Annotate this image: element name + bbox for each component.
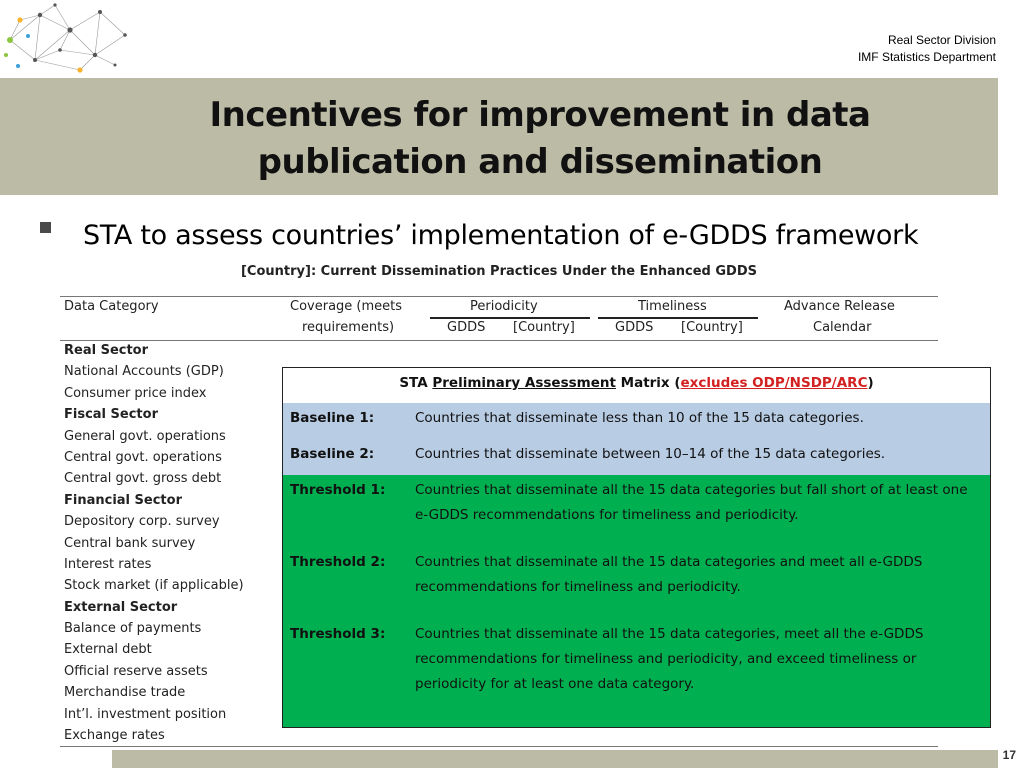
data-category-item: Stock market (if applicable): [64, 578, 244, 594]
baseline-1-text: Countries that disseminate less than 10 …: [415, 410, 864, 426]
header-periodicity-country: [Country]: [513, 320, 575, 335]
matrix-title-mid: Matrix (: [615, 375, 681, 391]
data-category-item: Interest rates: [64, 556, 152, 572]
header-timeliness: Timeliness: [638, 299, 707, 314]
header-data-category: Data Category: [64, 299, 159, 314]
slide-title: Incentives for improvement in data publi…: [80, 92, 1000, 186]
table-title: [Country]: Current Dissemination Practic…: [240, 264, 757, 279]
data-category-item: Depository corp. survey: [64, 514, 220, 530]
sector-heading: Financial Sector: [64, 492, 182, 508]
matrix-title: STA Preliminary Assessment Matrix (exclu…: [283, 368, 990, 403]
matrix-title-exclusion: excludes ODP/NSDP/ARC: [680, 375, 868, 391]
slide-title-line1: Incentives for improvement in data: [209, 95, 871, 135]
data-category-item: Consumer price index: [64, 385, 207, 401]
table-bottom-rule: [60, 746, 938, 747]
data-category-item: Central govt. gross debt: [64, 471, 222, 487]
footer-band: [112, 750, 998, 768]
page-number: 17: [1002, 748, 1016, 762]
timeliness-underline: [598, 317, 758, 319]
baseline-2-text: Countries that disseminate between 10–14…: [415, 446, 886, 462]
sector-heading: Fiscal Sector: [64, 407, 158, 423]
organization-header: Real Sector Division IMF Statistics Depa…: [858, 32, 996, 66]
matrix-title-underlined: Preliminary Assessment: [432, 375, 616, 391]
baseline-2-label: Baseline 2:: [290, 446, 375, 462]
header-coverage-line2: requirements): [302, 320, 395, 335]
division-name: Real Sector Division: [887, 33, 996, 47]
threshold-3-text: Countries that disseminate all the 15 da…: [415, 626, 924, 692]
network-logo-icon: [4, 3, 127, 73]
data-category-item: Exchange rates: [64, 728, 165, 744]
data-category-item: General govt. operations: [64, 428, 226, 444]
threshold-1-label: Threshold 1:: [290, 482, 386, 498]
bullet-square-icon: [40, 222, 51, 233]
data-category-item: Merchandise trade: [64, 685, 186, 701]
data-category-item: Central govt. operations: [64, 449, 222, 465]
threshold-3-label: Threshold 3:: [290, 626, 386, 642]
periodicity-underline: [430, 317, 590, 319]
matrix-title-prefix: STA: [399, 375, 433, 391]
threshold-2-label: Threshold 2:: [290, 554, 386, 570]
data-category-item: Balance of payments: [64, 621, 202, 637]
data-category-list: Real Sector National Accounts (GDP) Consum…: [64, 340, 244, 746]
threshold-1-text: Countries that disseminate all the 15 da…: [415, 482, 968, 523]
header-timeliness-country: [Country]: [681, 320, 743, 335]
department-name: IMF Statistics Department: [857, 50, 996, 64]
data-category-item: National Accounts (GDP): [64, 364, 224, 380]
header-advance-line1: Advance Release: [784, 299, 895, 314]
data-category-item: Int’l. investment position: [64, 706, 227, 722]
data-category-item: Central bank survey: [64, 535, 196, 551]
matrix-title-suffix: ): [867, 375, 874, 391]
sector-heading: External Sector: [64, 599, 178, 615]
threshold-2-text: Countries that disseminate all the 15 da…: [415, 554, 923, 595]
header-periodicity-gdds: GDDS: [447, 320, 486, 335]
header-coverage-line1: Coverage (meets: [290, 299, 403, 314]
data-category-item: External debt: [64, 642, 152, 658]
assessment-matrix: STA Preliminary Assessment Matrix (exclu…: [282, 367, 991, 728]
baseline-1-label: Baseline 1:: [290, 410, 375, 426]
header-periodicity: Periodicity: [470, 299, 538, 314]
slide-title-line2: publication and dissemination: [257, 142, 823, 182]
sector-heading: Real Sector: [64, 343, 149, 358]
data-category-item: Official reserve assets: [64, 663, 208, 679]
bullet-text: STA to assess countries’ implementation …: [83, 220, 919, 251]
table-top-rule: [60, 296, 938, 297]
header-timeliness-gdds: GDDS: [615, 320, 654, 335]
header-advance-line2: Calendar: [813, 320, 872, 335]
